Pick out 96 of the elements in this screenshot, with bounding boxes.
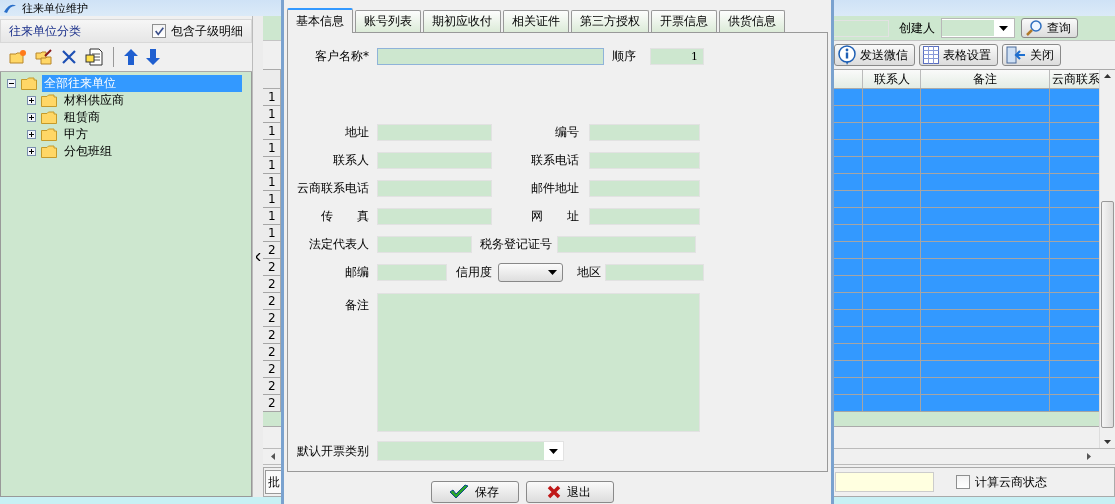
scroll-down-icon[interactable]: [1104, 440, 1111, 444]
checkbox-label: 包含子级明细: [171, 22, 243, 40]
folder-icon: [41, 111, 57, 124]
panel-title: 往来单位分类: [9, 22, 81, 40]
caret-icon: [999, 25, 1008, 31]
row-number: 1: [263, 140, 281, 156]
search-button[interactable]: 查询: [1021, 18, 1078, 38]
dialog-button[interactable]: 保存: [431, 481, 519, 503]
row-number: 2: [263, 327, 281, 343]
table-icon: [923, 46, 939, 64]
search-icon: [1025, 19, 1043, 37]
field-label: 邮件地址: [530, 180, 579, 197]
row-number: 1: [263, 225, 281, 241]
expand-icon[interactable]: [27, 130, 36, 139]
delete-icon[interactable]: [61, 49, 77, 65]
text-field[interactable]: 1: [650, 48, 704, 65]
info-icon: [838, 45, 856, 65]
field-label: 地区: [576, 264, 601, 281]
tab[interactable]: 开票信息: [651, 10, 717, 32]
edit-folder-icon[interactable]: [35, 49, 53, 65]
vertical-scrollbar[interactable]: [1099, 70, 1115, 448]
column-header[interactable]: 联系人: [862, 70, 920, 88]
row-number: 1: [263, 106, 281, 122]
column-header[interactable]: 备注: [920, 70, 1049, 88]
text-field[interactable]: [377, 48, 604, 65]
expand-icon[interactable]: [27, 96, 36, 105]
tree-item[interactable]: 分包班组: [62, 143, 114, 160]
field-label: 邮编: [344, 264, 369, 281]
dialog-button[interactable]: 退出: [526, 481, 614, 503]
toolbar-button[interactable]: 发送微信: [834, 44, 915, 66]
dropdown[interactable]: [498, 263, 563, 282]
field-label: 信用度: [455, 264, 492, 281]
checkbox[interactable]: [152, 24, 166, 38]
cross-icon: [546, 485, 561, 499]
exit-door-icon: [1006, 46, 1026, 64]
row-number: 1: [263, 174, 281, 190]
folder-icon: [41, 145, 57, 158]
new-folder-icon[interactable]: [9, 49, 27, 65]
tree-item[interactable]: 租赁商: [62, 109, 102, 126]
app-icon: [3, 2, 17, 14]
field-label: 联系电话: [530, 152, 579, 169]
field-label: 顺序: [612, 48, 637, 65]
field-label: 云商联系电话: [296, 180, 369, 197]
tab[interactable]: 基本信息: [287, 8, 353, 33]
scroll-left-icon[interactable]: [271, 453, 275, 460]
row-number: 2: [263, 276, 281, 292]
field-label: 传 真: [320, 208, 369, 225]
field-label: 创建人: [899, 19, 935, 37]
tab[interactable]: 账号列表: [355, 10, 421, 32]
expand-icon[interactable]: [27, 147, 36, 156]
tab[interactable]: 第三方授权: [571, 10, 649, 32]
row-number: 2: [263, 259, 281, 275]
down-arrow-icon[interactable]: [146, 49, 160, 65]
tab[interactable]: 相关证件: [503, 10, 569, 32]
row-number: 2: [263, 344, 281, 360]
folder-icon: [41, 94, 57, 107]
document-edit-icon[interactable]: [85, 48, 103, 66]
scroll-up-icon[interactable]: [1104, 74, 1111, 78]
row-number: 2: [263, 242, 281, 258]
field-label: 备注: [344, 297, 369, 314]
expand-icon[interactable]: [27, 113, 36, 122]
row-number: 2: [263, 378, 281, 394]
row-number: 1: [263, 157, 281, 173]
row-number: 2: [263, 395, 281, 411]
toolbar-button[interactable]: 关闭: [1002, 44, 1061, 66]
field-label: 默认开票类别: [296, 442, 369, 460]
row-number: 1: [263, 89, 281, 105]
collapse-icon[interactable]: [7, 79, 16, 88]
scroll-right-icon[interactable]: [1087, 453, 1091, 460]
checkmark-icon: [448, 484, 469, 500]
checkbox[interactable]: [956, 475, 970, 489]
field-label: 网 址: [530, 208, 579, 225]
tab[interactable]: 期初应收付: [423, 10, 501, 32]
creator-dropdown[interactable]: [941, 18, 1015, 38]
row-number: 1: [263, 208, 281, 224]
folder-icon: [21, 77, 37, 90]
checkbox-label: 计算云商状态: [975, 473, 1047, 491]
field-label: 联系人: [332, 152, 369, 169]
field-label: 税务登记证号: [479, 236, 552, 253]
field-label: 编号: [554, 124, 579, 141]
text-field[interactable]: [835, 472, 934, 492]
row-number: 2: [263, 293, 281, 309]
row-number: 1: [263, 191, 281, 207]
window-title: 往来单位维护: [22, 0, 88, 16]
field-label: 法定代表人: [308, 236, 369, 253]
folder-icon: [41, 128, 57, 141]
tree-item[interactable]: 材料供应商: [62, 92, 126, 109]
field-label: 客户名称*: [314, 48, 369, 65]
row-number: 1: [263, 123, 281, 139]
row-number: 2: [263, 361, 281, 377]
row-number: 2: [263, 310, 281, 326]
tab[interactable]: 供货信息: [719, 10, 785, 32]
field-label: 地址: [344, 124, 369, 141]
up-arrow-icon[interactable]: [124, 49, 138, 65]
tree-item[interactable]: 甲方: [62, 126, 90, 143]
toolbar-button[interactable]: 表格设置: [919, 44, 998, 66]
